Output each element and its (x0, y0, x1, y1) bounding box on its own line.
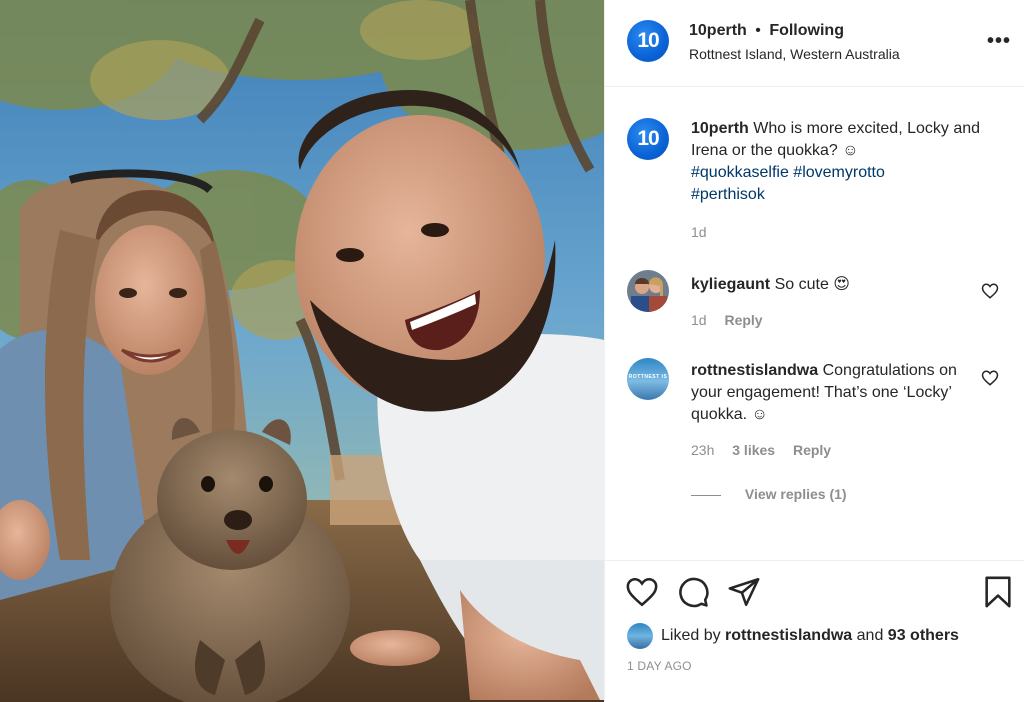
share-icon[interactable] (727, 575, 761, 609)
post-actions: Liked by rottnestislandwa and 93 others … (605, 560, 1024, 702)
comment-text: rottnestislandwa Congratulations on your… (691, 360, 966, 426)
comment-body: So cute 😍 (774, 276, 850, 293)
heart-icon[interactable] (625, 575, 659, 609)
heart-icon[interactable] (981, 369, 999, 387)
commenter-avatar[interactable]: ROTTNEST IS (627, 358, 669, 400)
author-avatar[interactable]: 10 (627, 20, 669, 62)
author-username[interactable]: 10perth (689, 22, 747, 39)
following-button[interactable]: Following (769, 22, 844, 39)
avatar-logo-text: ROTTNEST IS (628, 374, 668, 380)
view-replies-button[interactable]: View replies (1) (691, 486, 847, 502)
comment-username[interactable]: kyliegaunt (691, 276, 770, 293)
comments-section: 10 10perth Who is more excited, Locky an… (605, 88, 1024, 560)
liker-avatar[interactable] (627, 623, 653, 649)
hashtag-perthisok[interactable]: #perthisok (691, 186, 765, 203)
post-photo[interactable] (0, 0, 604, 702)
comment-text: kyliegaunt So cute 😍 (691, 274, 981, 296)
heart-icon[interactable] (981, 282, 999, 300)
likes-others-button[interactable]: 93 others (888, 627, 959, 645)
post-header: 10 10perth • Following Rottnest Island, … (605, 0, 1024, 87)
bookmark-icon[interactable] (981, 575, 1015, 609)
caption-meta: 1d (691, 224, 721, 240)
comment-meta: 1d Reply (691, 312, 777, 328)
view-replies-label: View replies (1) (744, 486, 847, 502)
post-timestamp[interactable]: 1 DAY AGO (627, 659, 692, 673)
comment-time[interactable]: 1d (691, 312, 707, 328)
post-location[interactable]: Rottnest Island, Western Australia (689, 46, 900, 62)
commenter-avatar[interactable] (627, 270, 669, 312)
caption-username[interactable]: 10perth (691, 120, 749, 137)
liker-username[interactable]: rottnestislandwa (725, 627, 852, 645)
likes-summary: Liked by rottnestislandwa and 93 others (627, 623, 959, 649)
avatar-logo-text: 10 (637, 29, 659, 52)
comment-username[interactable]: rottnestislandwa (691, 362, 818, 379)
reply-button[interactable]: Reply (793, 442, 831, 458)
replies-divider (691, 494, 721, 496)
avatar-logo-text: 10 (637, 127, 659, 150)
comment-meta: 23h 3 likes Reply (691, 442, 845, 458)
comment-likes[interactable]: 3 likes (732, 442, 775, 458)
photo-illustration (0, 0, 604, 702)
comment-icon[interactable] (676, 575, 710, 609)
reply-button[interactable]: Reply (724, 312, 762, 328)
liked-by-prefix: Liked by (661, 627, 721, 644)
caption-avatar[interactable]: 10 (627, 118, 669, 160)
follow-separator: • (755, 22, 761, 39)
liked-by-and: and (856, 627, 884, 644)
hashtag-quokkaselfie[interactable]: #quokkaselfie (691, 164, 789, 181)
comment-time[interactable]: 23h (691, 442, 714, 458)
post-sidebar: 10 10perth • Following Rottnest Island, … (604, 0, 1024, 702)
more-icon[interactable]: ••• (987, 30, 1011, 53)
caption-time[interactable]: 1d (691, 224, 707, 240)
caption-text: 10perth Who is more excited, Locky and I… (691, 118, 981, 206)
hashtag-lovemyrotto[interactable]: #lovemyrotto (793, 164, 885, 181)
